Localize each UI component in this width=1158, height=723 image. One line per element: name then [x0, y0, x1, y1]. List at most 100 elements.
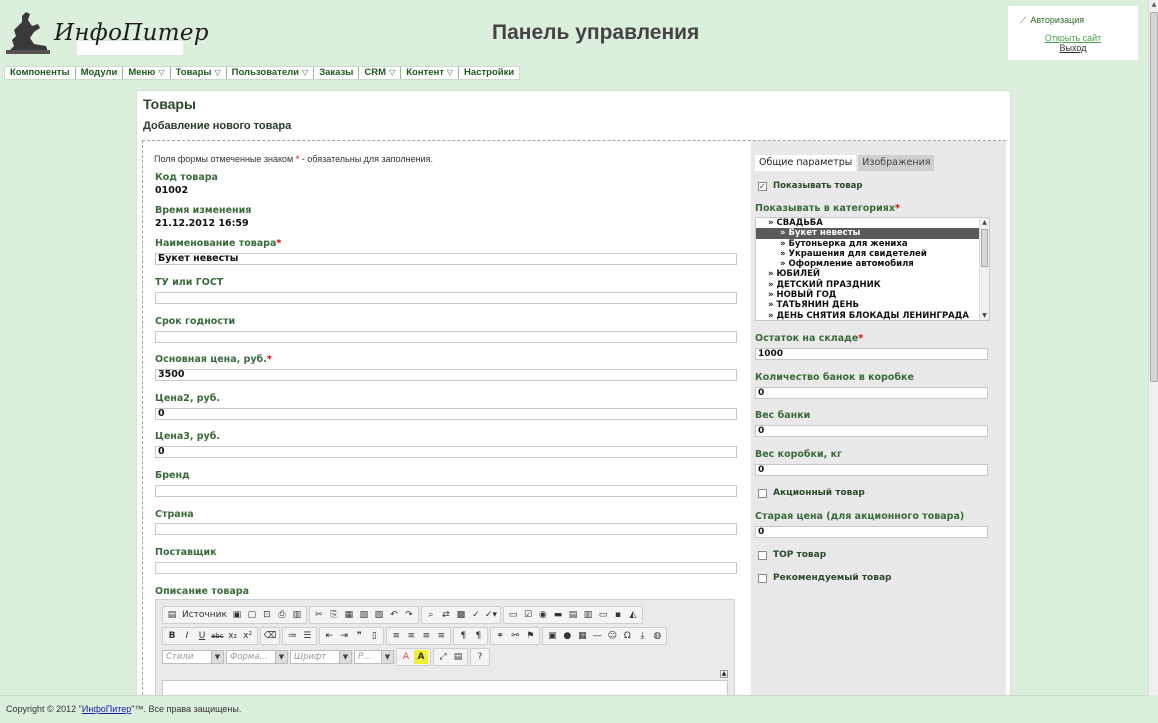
justify-icon[interactable]: ≡: [434, 629, 448, 643]
menu-item-orders[interactable]: Заказы: [314, 67, 360, 79]
iframe-icon[interactable]: ◍: [650, 629, 664, 643]
numbered-list-icon[interactable]: ≔: [285, 629, 299, 643]
font-select[interactable]: Шрифт ▼: [290, 650, 352, 664]
promo-checkbox[interactable]: [758, 488, 767, 498]
form-icon[interactable]: ▭: [506, 608, 520, 622]
categories-scrollbar[interactable]: ▲ ▼: [979, 218, 989, 320]
tab-general[interactable]: Общие параметры: [755, 155, 857, 171]
menu-item-users[interactable]: Пользователи ▽: [227, 67, 315, 79]
underline-button[interactable]: U: [195, 629, 209, 643]
list-item[interactable]: » ДЕНЬ СНЯТИЯ БЛОКАДЫ ЛЕНИНГРАДА: [756, 311, 989, 320]
bullet-list-icon[interactable]: ☰: [300, 629, 314, 643]
list-item[interactable]: » Бутоньерка для жениха: [756, 239, 989, 249]
brand-input[interactable]: [155, 485, 737, 497]
spellcheck-icon[interactable]: ✓: [469, 608, 483, 622]
smiley-icon[interactable]: ☺: [605, 629, 619, 643]
list-item[interactable]: » Украшения для свидетелей: [756, 249, 989, 259]
select-icon[interactable]: ▥: [581, 608, 595, 622]
open-site-link[interactable]: Открыть сайт: [1008, 33, 1138, 43]
outdent-icon[interactable]: ⇤: [322, 629, 336, 643]
recommended-checkbox[interactable]: [758, 573, 767, 583]
bg-color-button[interactable]: A: [414, 650, 428, 664]
maximize-icon[interactable]: ⤢: [436, 650, 450, 664]
image-icon[interactable]: ▣: [545, 629, 559, 643]
box-weight-input[interactable]: 0: [755, 464, 988, 476]
special-char-icon[interactable]: Ω: [620, 629, 634, 643]
scroll-thumb[interactable]: [1150, 12, 1158, 382]
logo[interactable]: ИнфоПитер: [4, 8, 208, 58]
show-product-checkbox[interactable]: ✓: [758, 181, 767, 191]
menu-item-components[interactable]: Компоненты: [5, 67, 76, 79]
supplier-input[interactable]: [155, 562, 737, 574]
redo-icon[interactable]: ↷: [402, 608, 416, 622]
list-item[interactable]: » ЮБИЛЕЙ: [756, 269, 989, 279]
preview-icon[interactable]: ⊡: [260, 608, 274, 622]
scroll-up-icon[interactable]: ▲: [1149, 0, 1158, 10]
paste-word-icon[interactable]: ▨: [372, 608, 386, 622]
bold-button[interactable]: B: [165, 629, 179, 643]
templates-icon[interactable]: ▥: [290, 608, 304, 622]
help-button[interactable]: ?: [473, 650, 487, 664]
name-input[interactable]: Букет невесты: [155, 253, 737, 265]
logout-link[interactable]: Выход: [1008, 43, 1138, 53]
menu-item-menu[interactable]: Меню ▽: [123, 67, 171, 79]
undo-icon[interactable]: ↶: [387, 608, 401, 622]
anchor-icon[interactable]: ⚑: [523, 629, 537, 643]
replace-icon[interactable]: ⇄: [439, 608, 453, 622]
old-price-input[interactable]: 0: [755, 526, 988, 538]
menu-item-content[interactable]: Контент ▽: [401, 67, 460, 79]
promo-checkbox-row[interactable]: Акционный товар: [758, 488, 865, 498]
table-icon[interactable]: ▦: [575, 629, 589, 643]
text-color-button[interactable]: A: [399, 650, 413, 664]
save-icon[interactable]: ▣: [230, 608, 244, 622]
show-blocks-icon[interactable]: ▤: [451, 650, 465, 664]
cans-per-box-input[interactable]: 0: [755, 387, 988, 399]
list-item[interactable]: » НОВЫЙ ГОД: [756, 290, 989, 300]
button-icon[interactable]: ▭: [596, 608, 610, 622]
page-scrollbar[interactable]: ▲: [1148, 0, 1158, 695]
align-right-icon[interactable]: ≡: [419, 629, 433, 643]
price3-input[interactable]: 0: [155, 446, 737, 458]
strike-button[interactable]: abc: [210, 629, 225, 643]
horizontal-rule-icon[interactable]: ―: [590, 629, 604, 643]
find-icon[interactable]: ⌕: [424, 608, 438, 622]
menu-item-products[interactable]: Товары ▽: [171, 67, 227, 79]
align-center-icon[interactable]: ≡: [404, 629, 418, 643]
blockquote-button[interactable]: ❞: [352, 629, 366, 643]
list-item[interactable]: » ТАТЬЯНИН ДЕНЬ: [756, 300, 989, 310]
tab-images[interactable]: Изображения: [858, 155, 935, 171]
superscript-button[interactable]: x²: [241, 629, 255, 643]
categories-listbox[interactable]: » СВАДЬБА » Букет невесты » Бутоньерка д…: [755, 217, 990, 321]
unlink-icon[interactable]: ⚯: [508, 629, 522, 643]
country-input[interactable]: [155, 523, 737, 535]
show-product-checkbox-row[interactable]: ✓ Показывать товар: [758, 181, 862, 191]
remove-format-icon[interactable]: ⌫: [263, 629, 278, 643]
link-icon[interactable]: ⚭: [493, 629, 507, 643]
page-break-icon[interactable]: ⤓: [635, 629, 649, 643]
list-item[interactable]: » СВАДЬБА: [756, 218, 989, 228]
checkbox-icon[interactable]: ☑: [521, 608, 535, 622]
image-button-icon[interactable]: ▪: [611, 608, 625, 622]
menu-item-modules[interactable]: Модули: [76, 67, 124, 79]
can-weight-input[interactable]: 0: [755, 425, 988, 437]
cut-icon[interactable]: ✂: [312, 608, 326, 622]
price-input[interactable]: 3500: [155, 369, 737, 381]
list-item[interactable]: » ДЕТСКИЙ ПРАЗДНИК: [756, 280, 989, 290]
list-item[interactable]: » Букет невесты: [756, 228, 989, 239]
scroll-up-icon[interactable]: ▲: [980, 218, 989, 227]
price2-input[interactable]: 0: [155, 408, 737, 420]
size-select[interactable]: Р... ▼: [354, 650, 394, 664]
flash-icon[interactable]: ●: [560, 629, 574, 643]
format-select[interactable]: Форма... ▼: [226, 650, 288, 664]
subscript-button[interactable]: x₂: [226, 629, 240, 643]
source-button[interactable]: Источник: [180, 608, 229, 622]
italic-button[interactable]: I: [180, 629, 194, 643]
recommended-checkbox-row[interactable]: Рекомендуемый товар: [758, 573, 891, 583]
textarea-icon[interactable]: ▤: [566, 608, 580, 622]
top-checkbox-row[interactable]: TOP товар: [758, 550, 826, 560]
shelf-life-input[interactable]: [155, 331, 737, 343]
align-left-icon[interactable]: ≡: [389, 629, 403, 643]
indent-icon[interactable]: ⇥: [337, 629, 351, 643]
stock-input[interactable]: 1000: [755, 348, 988, 360]
scroll-down-icon[interactable]: ▼: [980, 311, 989, 320]
